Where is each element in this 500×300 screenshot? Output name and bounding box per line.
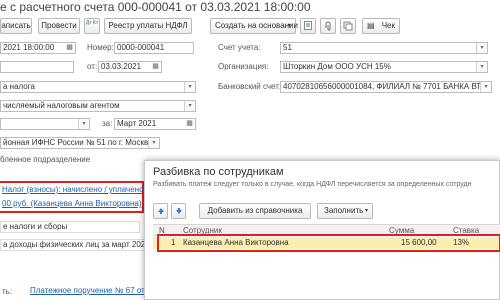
subdivision-label: бленное подразделение [0,155,91,164]
ndfl-register-button[interactable]: Реестр уплаты НДФЛ [104,18,192,34]
bank-account-label: Банковский счет: [218,82,282,91]
bank-account-field[interactable]: 40702810656000001084, ФИЛИАЛ № 7701 БАНК… [280,81,492,93]
document-title: е с расчетного счета 000-000041 от 03.03… [0,0,311,14]
from-date-field[interactable]: 03.03.2021 ▦ [98,61,162,73]
chevron-down-icon[interactable]: ▾ [476,43,487,53]
create-basis-label: Создать на основании [215,21,298,30]
number-label: Номер: [87,43,114,52]
tax-accrued-paid-link[interactable]: Налог (взносы): начислено / уплачено [2,185,144,194]
check-label: Чек [381,21,395,30]
chevron-down-icon[interactable]: ▾ [148,138,159,148]
chevron-down-icon[interactable]: ▾ [480,82,491,92]
from-label: от: [87,62,98,71]
fill-label: Заполнить [324,206,364,215]
date-field[interactable]: 2021 18:00:00 ▦ [0,42,76,54]
payment-basis-field[interactable]: ▾ [0,118,90,130]
tax-type-field[interactable]: а налога ▾ [0,81,196,93]
arrow-up-icon[interactable] [153,203,168,219]
account-label: Счет учета: [218,43,261,52]
report-icon[interactable] [300,18,316,34]
period-field[interactable]: Март 2021 ▦ [114,118,196,130]
save-button[interactable]: аписать [0,18,32,34]
number-field[interactable]: 0000-000041 [114,42,194,54]
amount-employee-link[interactable]: 00 руб. (Казанцева Анна Викторовна) [2,199,142,208]
arrow-down-icon[interactable] [171,203,186,219]
calendar-icon[interactable]: ▦ [64,43,75,53]
row-highlight-box [157,234,500,252]
payment-purpose-field[interactable]: а доходы физических лиц за март 2021 [0,239,150,251]
calendar-icon[interactable]: ▦ [184,119,195,129]
dt-kt-icon[interactable]: Дт Кт [84,18,100,34]
incoming-number-field[interactable] [0,61,74,73]
ifns-field[interactable]: йонная ИФНС России № 51 по г. Москве ▾ [0,137,160,149]
tax-withheld-field[interactable]: числяемый налоговым агентом ▾ [0,100,196,112]
fill-button[interactable]: Заполнить ▾ [317,203,373,219]
printer-icon: ▤ [367,21,375,30]
post-button[interactable]: Провести [38,18,80,34]
chevron-down-icon[interactable]: ▾ [184,101,195,111]
dialog-hint: Разбивать платеж следует только в случае… [153,181,472,188]
check-button[interactable]: ▤ Чек [362,18,400,34]
based-on-label: ть: [2,287,13,296]
account-field[interactable]: 51 ▾ [280,42,488,54]
copy-icon[interactable] [340,18,356,34]
toolbar: аписать Провести Дт Кт Реестр уплаты НДФ… [0,17,500,35]
calendar-icon[interactable]: ▦ [150,62,161,72]
chevron-down-icon: ▾ [364,208,368,214]
chevron-down-icon[interactable]: ▾ [184,82,195,92]
create-basis-button[interactable]: Создать на основании ▾ [210,18,298,34]
organization-field[interactable]: Шторкин Дом ООО УСН 15% ▾ [280,61,488,73]
employee-split-dialog: Разбивка по сотрудникам Разбивать платеж… [144,160,500,300]
tax-section-field[interactable]: е налоги и сборы [0,221,140,233]
dialog-title: Разбивка по сотрудникам [153,166,284,178]
chevron-down-icon: ▾ [287,23,291,29]
chevron-down-icon[interactable]: ▾ [476,62,487,72]
attach-icon[interactable] [320,18,336,34]
period-label: за: [102,119,113,128]
add-from-directory-button[interactable]: Добавить из справочника [199,203,311,219]
organization-label: Организация: [218,62,269,71]
chevron-down-icon[interactable]: ▾ [78,119,89,129]
